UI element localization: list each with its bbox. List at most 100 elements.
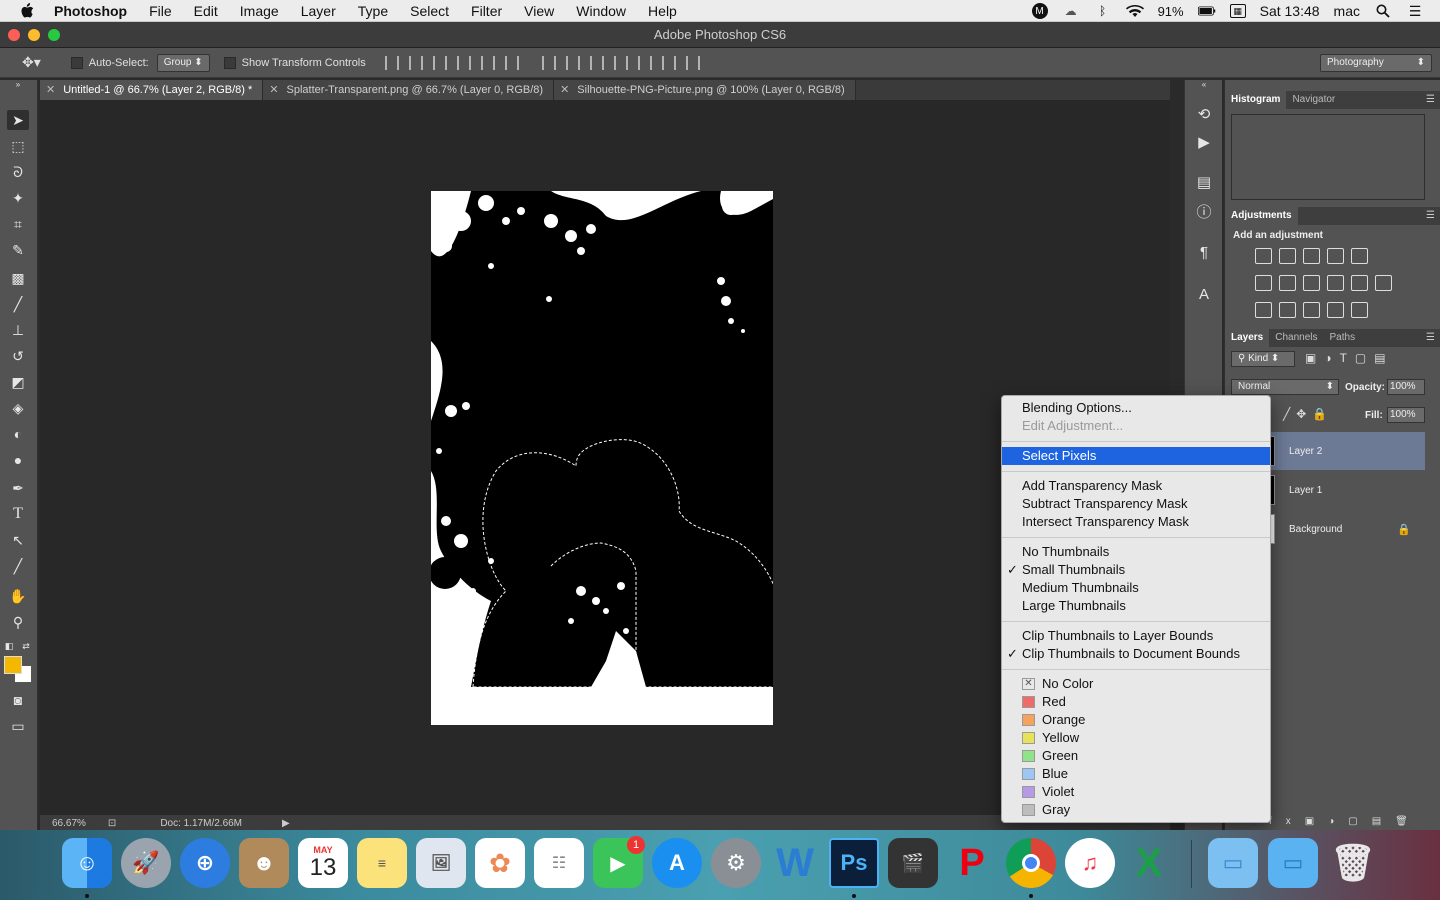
menu-item-gray[interactable]: Gray	[1002, 801, 1270, 819]
menu-item-large-thumbnails[interactable]: Large Thumbnails	[1002, 597, 1270, 615]
align-bottom-icon[interactable]	[432, 55, 447, 70]
actions-panel-icon[interactable]: ▶	[1193, 132, 1215, 154]
panel-menu-icon[interactable]: ☰	[1426, 210, 1435, 221]
status-menu-arrow-icon[interactable]: ▶	[282, 818, 290, 829]
photoshop-icon[interactable]: Ps	[829, 838, 879, 888]
close-tab-icon[interactable]: ✕	[560, 80, 569, 100]
quick-mask-icon[interactable]: ◙	[7, 690, 29, 710]
distribute-right-icon[interactable]	[661, 55, 676, 70]
creative-cloud-icon[interactable]: ☁	[1062, 4, 1080, 18]
menu-item-intersect-transparency-mask[interactable]: Intersect Transparency Mask	[1002, 513, 1270, 531]
invert-adjustment-icon[interactable]	[1255, 302, 1272, 318]
info-panel-icon[interactable]: ⓘ	[1193, 202, 1215, 224]
layer-row[interactable]: Background 🔒	[1261, 510, 1425, 548]
layer-row[interactable]: Layer 2	[1261, 432, 1425, 470]
layer-filter-kind[interactable]: ⚲ Kind ⬍	[1231, 351, 1295, 367]
close-tab-icon[interactable]: ✕	[46, 80, 55, 100]
align-hcenter-icon[interactable]	[480, 55, 495, 70]
move-tool-preset-icon[interactable]: ✥▾	[22, 54, 41, 71]
show-transform-checkbox[interactable]	[223, 56, 236, 69]
menu-item-medium-thumbnails[interactable]: Medium Thumbnails	[1002, 579, 1270, 597]
documents-folder-icon[interactable]: ▭	[1208, 838, 1258, 888]
launchpad-icon[interactable]: 🚀	[121, 838, 171, 888]
tab-splatter[interactable]: ✕ Splatter-Transparent.png @ 66.7% (Layer…	[263, 80, 555, 100]
clone-stamp-tool-icon[interactable]: ⊥	[7, 320, 29, 340]
excel-icon[interactable]: X	[1124, 838, 1174, 888]
color-lookup-adjustment-icon[interactable]	[1375, 275, 1392, 291]
tab-channels[interactable]: Channels	[1269, 329, 1323, 347]
magic-wand-tool-icon[interactable]: ✦	[7, 188, 29, 208]
menu-item-no-color[interactable]: ✕ No Color	[1002, 675, 1270, 693]
levels-adjustment-icon[interactable]	[1279, 248, 1296, 264]
history-brush-tool-icon[interactable]: ↺	[7, 346, 29, 366]
menu-item-clip-layer-bounds[interactable]: Clip Thumbnails to Layer Bounds	[1002, 627, 1270, 645]
final-cut-icon[interactable]: 🎬	[888, 838, 938, 888]
screen-mode-icon[interactable]: ▭	[7, 716, 29, 736]
color-balance-adjustment-icon[interactable]	[1279, 275, 1296, 291]
menu-item-add-transparency-mask[interactable]: Add Transparency Mask	[1002, 477, 1270, 495]
preview-icon[interactable]: 🖼	[416, 838, 466, 888]
document-canvas[interactable]	[431, 191, 773, 725]
close-window-button[interactable]	[8, 29, 20, 41]
auto-align-icon[interactable]	[685, 55, 700, 70]
menu-edit[interactable]: Edit	[194, 3, 218, 19]
zoom-tool-icon[interactable]: ⚲	[7, 612, 29, 632]
collapse-dock-icon[interactable]: «	[1193, 80, 1215, 90]
trash-icon[interactable]: 🗑	[1328, 838, 1378, 888]
wifi-icon[interactable]	[1125, 4, 1144, 18]
menu-select[interactable]: Select	[410, 3, 449, 19]
lock-icons[interactable]: ╱✥🔒	[1283, 407, 1333, 421]
menu-help[interactable]: Help	[648, 3, 677, 19]
menu-window[interactable]: Window	[576, 3, 626, 19]
type-tool-icon[interactable]: T	[7, 504, 29, 524]
notes-icon[interactable]: ≡	[357, 838, 407, 888]
vibrance-adjustment-icon[interactable]	[1351, 248, 1368, 264]
menu-item-subtract-transparency-mask[interactable]: Subtract Transparency Mask	[1002, 495, 1270, 513]
align-vcenter-icon[interactable]	[408, 55, 423, 70]
layer-row[interactable]: Layer 1	[1261, 471, 1425, 509]
eyedropper-tool-icon[interactable]: ✎	[7, 240, 29, 260]
menu-item-select-pixels[interactable]: Select Pixels	[1002, 447, 1270, 465]
m-app-icon[interactable]: M	[1031, 3, 1048, 19]
downloads-folder-icon[interactable]: ▭	[1268, 838, 1318, 888]
menu-item-yellow[interactable]: Yellow	[1002, 729, 1270, 747]
menu-view[interactable]: View	[524, 3, 554, 19]
threshold-adjustment-icon[interactable]	[1303, 302, 1320, 318]
paint-bucket-tool-icon[interactable]: ◈	[7, 398, 29, 418]
contacts-icon[interactable]: ☻	[239, 838, 289, 888]
menu-file[interactable]: File	[149, 3, 172, 19]
menu-item-blue[interactable]: Blue	[1002, 765, 1270, 783]
history-panel-icon[interactable]: ⟲	[1193, 104, 1215, 126]
eraser-tool-icon[interactable]: ◩	[7, 372, 29, 392]
tab-layers[interactable]: Layers	[1225, 329, 1270, 347]
line-tool-icon[interactable]: ╱	[7, 556, 29, 576]
hand-tool-icon[interactable]: ✋	[7, 586, 29, 606]
bluetooth-icon[interactable]: ᛒ	[1094, 4, 1112, 18]
menu-filter[interactable]: Filter	[471, 3, 502, 19]
distribute-left-icon[interactable]	[613, 55, 628, 70]
marquee-tool-icon[interactable]: ⬚	[7, 136, 29, 156]
spotlight-icon[interactable]	[1374, 4, 1392, 18]
hue-saturation-adjustment-icon[interactable]	[1255, 275, 1272, 291]
tab-navigator[interactable]: Navigator	[1286, 91, 1341, 109]
brush-tool-icon[interactable]: ╱	[7, 294, 29, 314]
healing-brush-tool-icon[interactable]: ▩	[7, 268, 29, 288]
clock[interactable]: Sat 13:48	[1260, 3, 1320, 19]
menu-item-orange[interactable]: Orange	[1002, 711, 1270, 729]
tab-untitled-1[interactable]: ✕ Untitled-1 @ 66.7% (Layer 2, RGB/8) *	[40, 80, 264, 100]
close-tab-icon[interactable]: ✕	[269, 80, 278, 100]
tab-adjustments[interactable]: Adjustments	[1225, 207, 1298, 225]
move-tool-icon[interactable]: ➤	[7, 110, 29, 130]
distribute-bottom-icon[interactable]	[589, 55, 604, 70]
menu-item-green[interactable]: Green	[1002, 747, 1270, 765]
blend-mode-dropdown[interactable]: Normal ⬍	[1231, 379, 1339, 395]
gradient-map-adjustment-icon[interactable]	[1327, 302, 1344, 318]
zoom-window-button[interactable]	[48, 29, 60, 41]
menu-type[interactable]: Type	[358, 3, 388, 19]
menu-item-violet[interactable]: Violet	[1002, 783, 1270, 801]
menu-item-clip-document-bounds[interactable]: ✓ Clip Thumbnails to Document Bounds	[1002, 645, 1270, 663]
minimize-window-button[interactable]	[28, 29, 40, 41]
word-icon[interactable]: W	[770, 838, 820, 888]
black-white-adjustment-icon[interactable]	[1303, 275, 1320, 291]
swap-colors-icon[interactable]: ⇄	[20, 636, 32, 656]
